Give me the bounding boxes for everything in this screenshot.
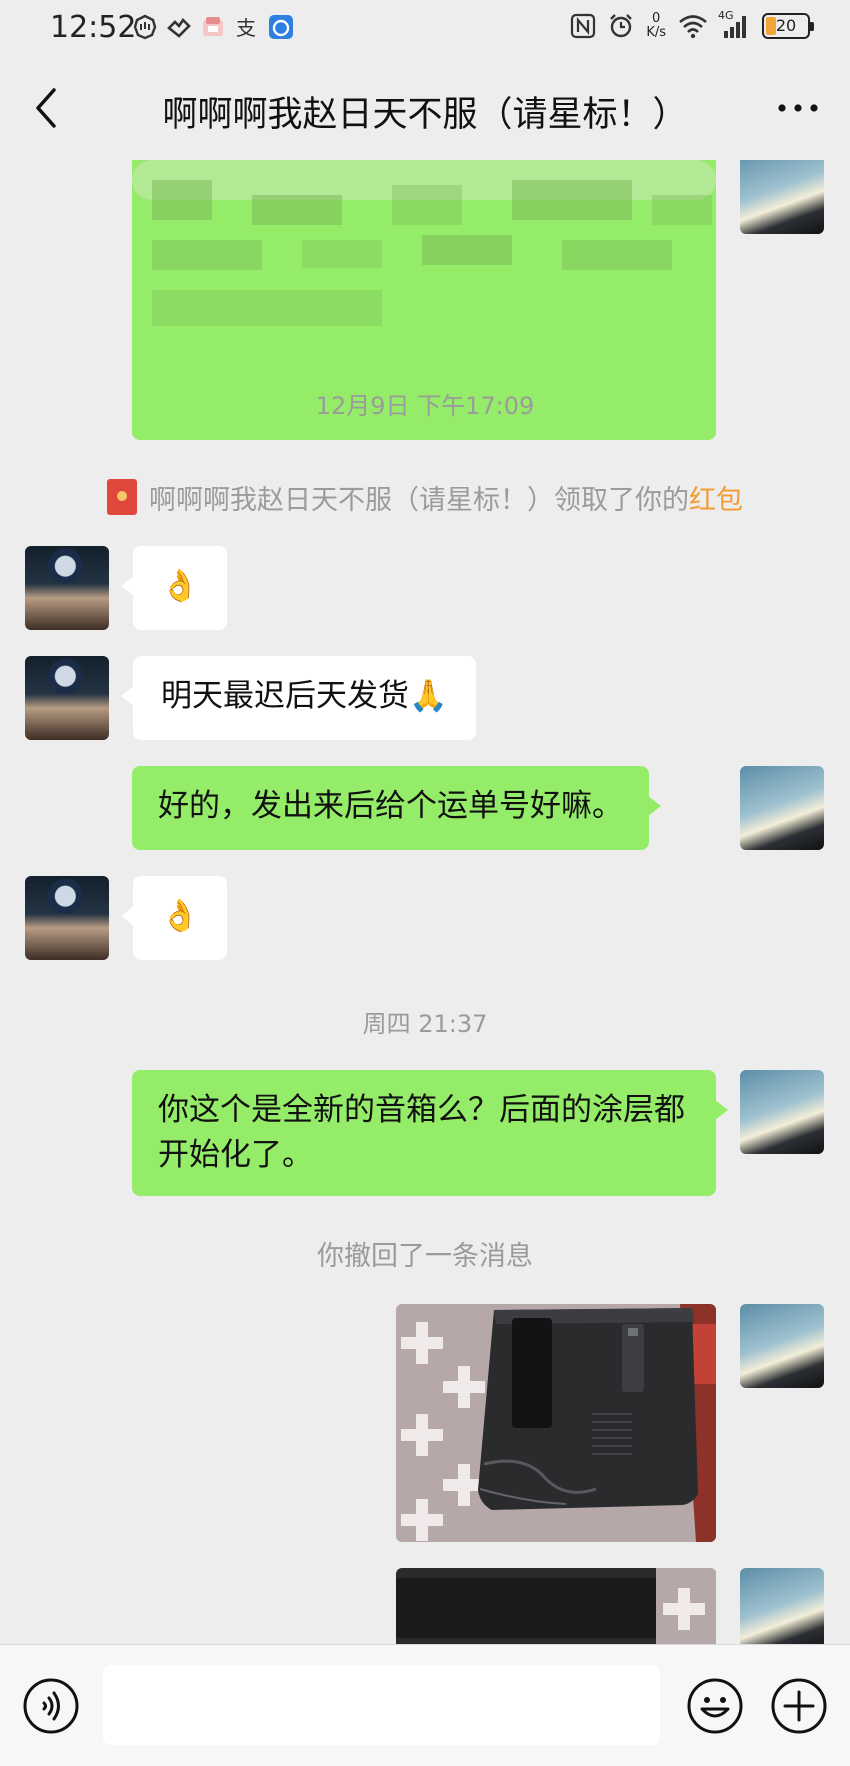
back-button[interactable] — [26, 84, 66, 132]
heart-app-icon — [167, 17, 191, 38]
svg-text:支: 支 — [236, 16, 256, 40]
message-bubble-outgoing[interactable]: 好的，发出来后给个运单号好嘛。 — [132, 766, 661, 850]
speaker-photo[interactable] — [396, 1304, 716, 1542]
hand-icon — [133, 14, 157, 40]
nfc-icon — [571, 13, 596, 39]
chat-area[interactable]: 12月9日 下午17:09 啊啊啊我赵日天不服（请星标！）领取了你的红包 👌 明… — [0, 160, 850, 1644]
emoji-button[interactable] — [686, 1677, 744, 1735]
message-bubble-incoming[interactable]: 👌 — [121, 546, 227, 630]
notification-icons: 支 — [132, 14, 294, 40]
voice-button[interactable] — [22, 1677, 80, 1735]
timestamp: 12月9日 下午17:09 — [315, 392, 535, 420]
plus-button[interactable] — [770, 1677, 828, 1735]
red-packet-icon — [107, 479, 137, 515]
my-avatar[interactable] — [740, 1304, 824, 1388]
my-avatar[interactable] — [740, 160, 824, 234]
speaker-photo[interactable] — [396, 1568, 716, 1644]
input-bar — [0, 1644, 850, 1766]
battery-icon: 20 — [762, 13, 814, 39]
system-icons: 0 K/s 4G 20 — [570, 9, 814, 40]
pray-emoji: 🙏 — [409, 678, 448, 714]
message-bubble-incoming[interactable]: 明天最迟后天发货🙏 — [121, 656, 476, 740]
red-packet-notice: 啊啊啊我赵日天不服（请星标！）领取了你的红包 — [0, 478, 850, 517]
contact-avatar[interactable] — [25, 656, 109, 740]
signal-icon: 4G — [718, 9, 750, 39]
contact-avatar[interactable] — [25, 546, 109, 630]
contact-avatar[interactable] — [25, 876, 109, 960]
box-app-icon — [203, 17, 223, 36]
chat-header: 啊啊啊我赵日天不服（请星标！） — [0, 56, 850, 160]
app-icon — [269, 15, 293, 39]
more-button[interactable] — [776, 98, 820, 118]
message-bubble-incoming[interactable]: 👌 — [121, 876, 227, 960]
message-bubble-outgoing[interactable]: 你这个是全新的音箱么？后面的涂层都开始化了。 — [132, 1070, 728, 1196]
timestamp: 周四 21:37 — [362, 1010, 488, 1038]
my-avatar[interactable] — [740, 1568, 824, 1644]
red-packet-link[interactable]: 红包 — [689, 485, 743, 516]
message-input[interactable] — [103, 1665, 660, 1745]
my-avatar[interactable] — [740, 1070, 824, 1154]
recall-notice: 你撤回了一条消息 — [317, 1241, 533, 1272]
status-time: 12:52 — [50, 10, 137, 45]
net-speed: 0 K/s — [646, 11, 666, 40]
chat-title: 啊啊啊我赵日天不服（请星标！） — [162, 95, 688, 135]
alarm-icon — [610, 14, 633, 38]
wifi-icon — [679, 15, 707, 39]
alipay-icon: 支 — [236, 16, 256, 40]
ok-emoji: 👌 — [160, 898, 200, 934]
status-bar: 12:52 支 0 K/s 4G 20 — [0, 0, 850, 56]
ok-emoji: 👌 — [160, 568, 200, 604]
my-avatar[interactable] — [740, 766, 824, 850]
